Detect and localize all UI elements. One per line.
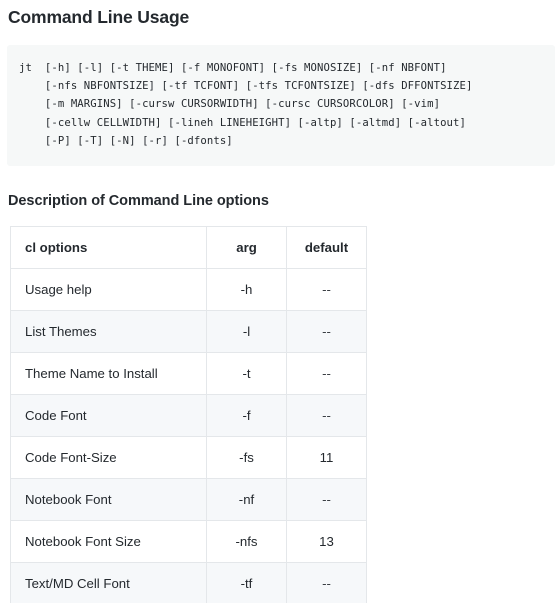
cell-arg: -t xyxy=(206,351,287,395)
page-title: Command Line Usage xyxy=(8,7,190,27)
table-body: Usage help -h -- List Themes -l -- Theme… xyxy=(10,267,367,603)
table-header-row: cl options arg default xyxy=(10,225,367,269)
cell-default: 11 xyxy=(286,435,367,479)
table-row: Text/MD Cell Font -tf -- xyxy=(10,561,367,603)
table-row: Usage help -h -- xyxy=(10,267,367,311)
table-row: Notebook Font Size -nfs 13 xyxy=(10,519,367,563)
cell-option: Notebook Font Size xyxy=(10,519,207,563)
cell-arg: -nf xyxy=(206,477,287,521)
cell-option: List Themes xyxy=(10,309,207,353)
usage-code-text: jt [-h] [-l] [-t THEME] [-f MONOFONT] [-… xyxy=(19,61,473,148)
cell-arg: -h xyxy=(206,267,287,311)
cell-arg: -l xyxy=(206,309,287,353)
table-row: Code Font-Size -fs 11 xyxy=(10,435,367,479)
column-header-default: default xyxy=(286,225,367,269)
table-row: List Themes -l -- xyxy=(10,309,367,353)
cell-default: -- xyxy=(286,477,367,521)
options-section-title: Description of Command Line options xyxy=(8,192,269,209)
table-row: Theme Name to Install -t -- xyxy=(10,351,367,395)
cell-option: Text/MD Cell Font xyxy=(10,561,207,603)
cell-option: Usage help xyxy=(10,267,207,311)
command-line-options-table: cl options arg default Usage help -h -- … xyxy=(10,225,367,603)
usage-code-block: jt [-h] [-l] [-t THEME] [-f MONOFONT] [-… xyxy=(7,44,555,166)
cell-default: -- xyxy=(286,309,367,353)
cell-default: -- xyxy=(286,351,367,395)
cell-arg: -f xyxy=(206,393,287,437)
cell-arg: -fs xyxy=(206,435,287,479)
cell-arg: -nfs xyxy=(206,519,287,563)
cell-option: Code Font xyxy=(10,393,207,437)
table-row: Code Font -f -- xyxy=(10,393,367,437)
cell-default: -- xyxy=(286,267,367,311)
table-header: cl options arg default xyxy=(10,225,367,269)
cell-default: -- xyxy=(286,393,367,437)
documentation-page: Command Line Usage jt [-h] [-l] [-t THEM… xyxy=(0,0,556,603)
cell-default: -- xyxy=(286,561,367,603)
cell-option: Notebook Font xyxy=(10,477,207,521)
cell-default: 13 xyxy=(286,519,367,563)
table-row: Notebook Font -nf -- xyxy=(10,477,367,521)
cell-arg: -tf xyxy=(206,561,287,603)
column-header-cl-options: cl options xyxy=(10,225,207,269)
cell-option: Theme Name to Install xyxy=(10,351,207,395)
cell-option: Code Font-Size xyxy=(10,435,207,479)
options-table-wrapper: cl options arg default Usage help -h -- … xyxy=(10,225,367,603)
column-header-arg: arg xyxy=(206,225,287,269)
